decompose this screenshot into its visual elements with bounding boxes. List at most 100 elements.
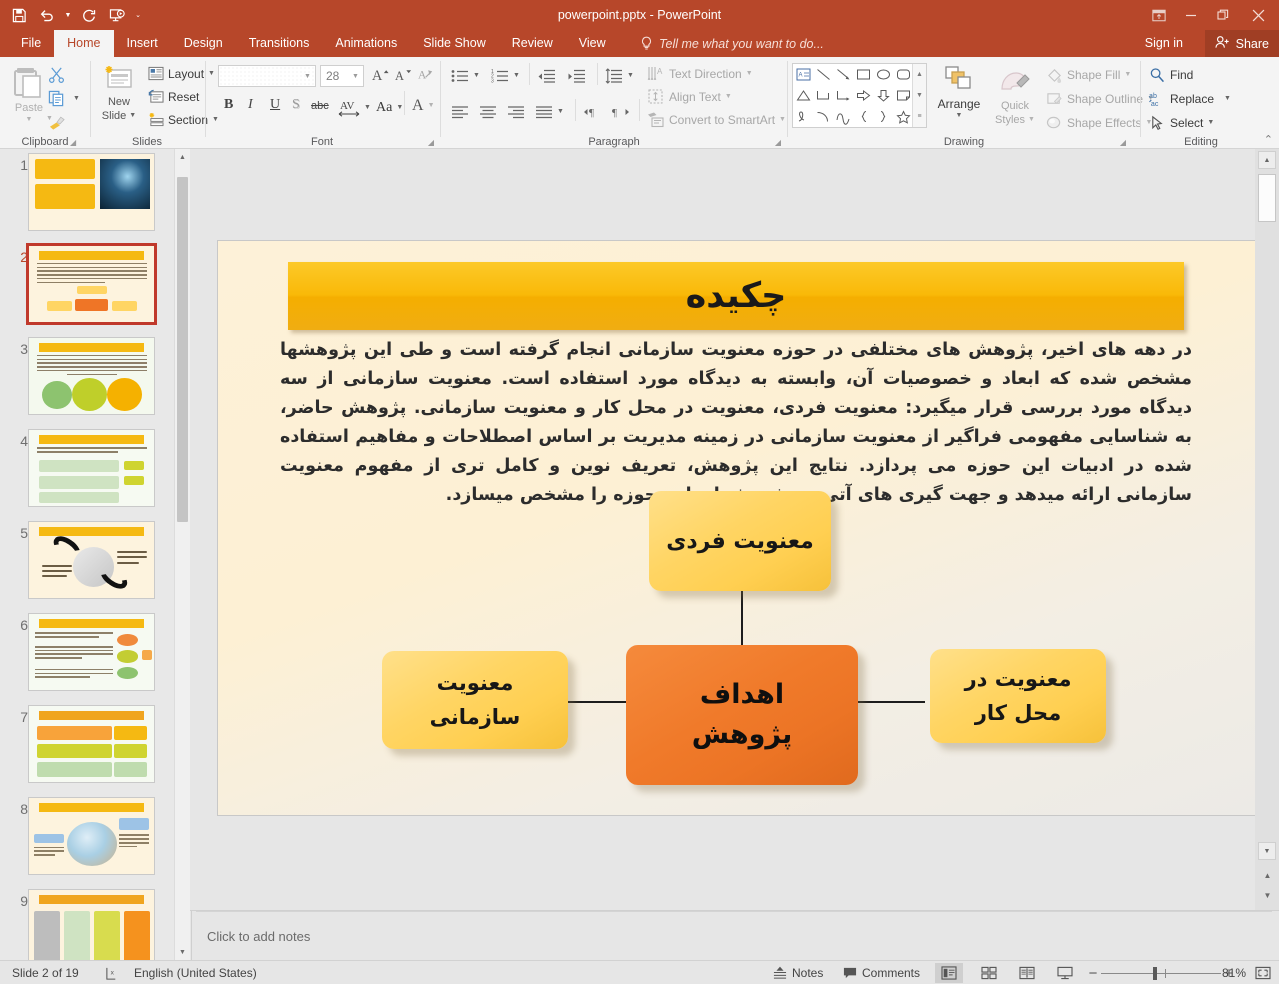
down-arrow-shape-icon[interactable] [873, 85, 893, 106]
numbering-dropdown-icon[interactable]: ▼ [513, 72, 520, 79]
close-icon[interactable] [1239, 0, 1277, 30]
align-text-dropdown-icon[interactable]: ▼ [725, 93, 732, 100]
increase-font-size-button[interactable]: A [371, 65, 390, 87]
tab-insert[interactable]: Insert [114, 30, 171, 57]
arc-shape-icon[interactable] [813, 106, 833, 127]
triangle-shape-icon[interactable] [793, 85, 813, 106]
slide-area-scrollbar[interactable]: ▲ ▼ ▲ ▼ [1255, 149, 1279, 910]
shapes-more-icon[interactable]: ≡ [917, 106, 921, 127]
zoom-out-button[interactable]: − [1085, 965, 1101, 982]
select-button[interactable]: Select ▼ [1149, 112, 1214, 133]
ltr-text-direction-button[interactable]: ¶ [583, 101, 603, 122]
tab-slide-show[interactable]: Slide Show [410, 30, 499, 57]
bold-button[interactable]: B [224, 97, 233, 113]
shapes-scroll-up-icon[interactable]: ▲ [916, 64, 923, 85]
quick-styles-dropdown-icon[interactable]: ▼ [1028, 113, 1035, 127]
copy-button[interactable]: ▼ [48, 88, 80, 109]
drawing-dialog-launcher[interactable]: ◢ [1120, 138, 1126, 147]
quick-styles-button[interactable]: Quick Styles▼ [990, 67, 1040, 127]
tab-view[interactable]: View [566, 30, 619, 57]
previous-slide-icon[interactable]: ▲ [1260, 868, 1275, 882]
text-shadow-button[interactable]: S [292, 97, 300, 113]
format-painter-button[interactable] [48, 112, 67, 133]
justify-dropdown-icon[interactable]: ▼ [557, 108, 564, 115]
restore-icon[interactable] [1207, 0, 1239, 30]
convert-smartart-dropdown-icon[interactable]: ▼ [779, 116, 786, 123]
align-center-button[interactable] [479, 101, 497, 122]
align-text-button[interactable]: Align Text ▼ [647, 86, 732, 107]
arrange-dropdown-icon[interactable]: ▼ [956, 110, 963, 122]
diagram-node-center[interactable]: اهداف پژوهش [626, 645, 858, 785]
thumbnail-scroll-thumb[interactable] [177, 177, 188, 522]
new-slide-dropdown-icon[interactable]: ▼ [129, 109, 136, 123]
left-brace-shape-icon[interactable] [853, 106, 873, 127]
slideshow-view-button[interactable] [1051, 963, 1079, 983]
elbow-arrow-connector-icon[interactable] [833, 85, 853, 106]
replace-button[interactable]: abac Replace ▼ [1149, 88, 1231, 109]
character-spacing-dropdown-icon[interactable]: ▼ [364, 104, 371, 111]
line-spacing-button[interactable]: ▼ [605, 65, 634, 86]
zoom-track[interactable] [1101, 973, 1221, 974]
paste-dropdown-icon[interactable]: ▼ [26, 114, 33, 126]
share-button[interactable]: Share [1205, 30, 1279, 57]
notes-pane[interactable]: Click to add notes [190, 910, 1279, 960]
zoom-slider[interactable]: − + [1085, 961, 1237, 984]
ribbon-display-options-icon[interactable] [1143, 0, 1175, 30]
thumbnail-scrollbar[interactable]: ▲ ▼ [174, 149, 190, 960]
collapse-ribbon-icon[interactable]: ⌃ [1264, 133, 1273, 146]
justify-button[interactable]: ▼ [535, 101, 564, 122]
notes-placeholder[interactable]: Click to add notes [207, 929, 310, 944]
clear-formatting-button[interactable]: A [417, 65, 436, 87]
zoom-level[interactable]: 81% [1222, 961, 1246, 984]
thumbnail-slide-2[interactable]: 2 [0, 241, 174, 333]
curve-shape-icon[interactable] [833, 106, 853, 127]
folded-corner-shape-icon[interactable] [893, 85, 913, 106]
italic-button[interactable]: I [248, 97, 253, 113]
change-case-dropdown-icon[interactable]: ▼ [396, 104, 403, 111]
tab-home[interactable]: Home [54, 30, 113, 57]
align-right-button[interactable] [507, 101, 525, 122]
normal-view-button[interactable] [935, 963, 963, 983]
reading-view-button[interactable] [1013, 963, 1041, 983]
rectangle-shape-icon[interactable] [853, 64, 873, 85]
slide-indicator[interactable]: Slide 2 of 19 [12, 961, 79, 984]
change-case-button[interactable]: Aa ▼ [376, 97, 403, 118]
notes-splitter[interactable] [196, 911, 1272, 912]
slide-thumbnail-pane[interactable]: 1 2 [0, 149, 190, 960]
current-slide[interactable]: چکیده در دهه های اخیر، پژوهش های مختلفی … [217, 240, 1270, 816]
shape-fill-dropdown-icon[interactable]: ▼ [1124, 71, 1131, 78]
paragraph-dialog-launcher[interactable]: ◢ [775, 138, 781, 147]
decrease-indent-button[interactable] [537, 65, 555, 86]
arrange-button[interactable]: Arrange ▼ [933, 65, 985, 122]
scroll-up-icon[interactable]: ▲ [1258, 151, 1276, 169]
line-spacing-dropdown-icon[interactable]: ▼ [627, 72, 634, 79]
elbow-connector-icon[interactable] [813, 85, 833, 106]
bullets-dropdown-icon[interactable]: ▼ [473, 72, 480, 79]
diagram-node-right[interactable]: معنویت در محل کار [930, 649, 1106, 743]
thumbnail-slide-4[interactable]: 4 [0, 425, 174, 517]
tab-animations[interactable]: Animations [322, 30, 410, 57]
font-name-input[interactable]: ▼ [218, 65, 316, 87]
font-size-dropdown[interactable]: ▼ [350, 65, 364, 87]
tab-file[interactable]: File [8, 30, 54, 57]
tell-me-search[interactable]: Tell me what you want to do... [640, 30, 824, 57]
thumbnail-slide-6[interactable]: 6 [0, 609, 174, 701]
comments-button[interactable]: Comments [843, 961, 920, 984]
font-size-dropdown-icon[interactable]: ▼ [348, 66, 363, 86]
text-box-shape-icon[interactable]: A [793, 64, 813, 85]
next-slide-icon[interactable]: ▼ [1260, 888, 1275, 902]
arrow-shape-icon[interactable] [833, 64, 853, 85]
thumbnail-slide-9[interactable]: 9 [0, 885, 174, 960]
copy-dropdown-icon[interactable]: ▼ [73, 95, 80, 102]
replace-dropdown-icon[interactable]: ▼ [1224, 95, 1231, 102]
font-name-dropdown-icon[interactable]: ▼ [300, 66, 315, 86]
font-color-dropdown-icon[interactable]: ▼ [428, 102, 435, 109]
notes-button[interactable]: Notes [773, 961, 823, 984]
slide-sorter-button[interactable] [975, 963, 1003, 983]
bullets-button[interactable]: ▼ [451, 65, 480, 86]
reset-button[interactable]: Reset [148, 86, 199, 107]
thumbnail-scroll-up-icon[interactable]: ▲ [175, 149, 190, 165]
rounded-rectangle-shape-icon[interactable] [893, 64, 913, 85]
shapes-gallery-scrollbar[interactable]: ▲ ▼ ≡ [912, 64, 926, 127]
numbering-button[interactable]: 123 ▼ [491, 65, 520, 86]
